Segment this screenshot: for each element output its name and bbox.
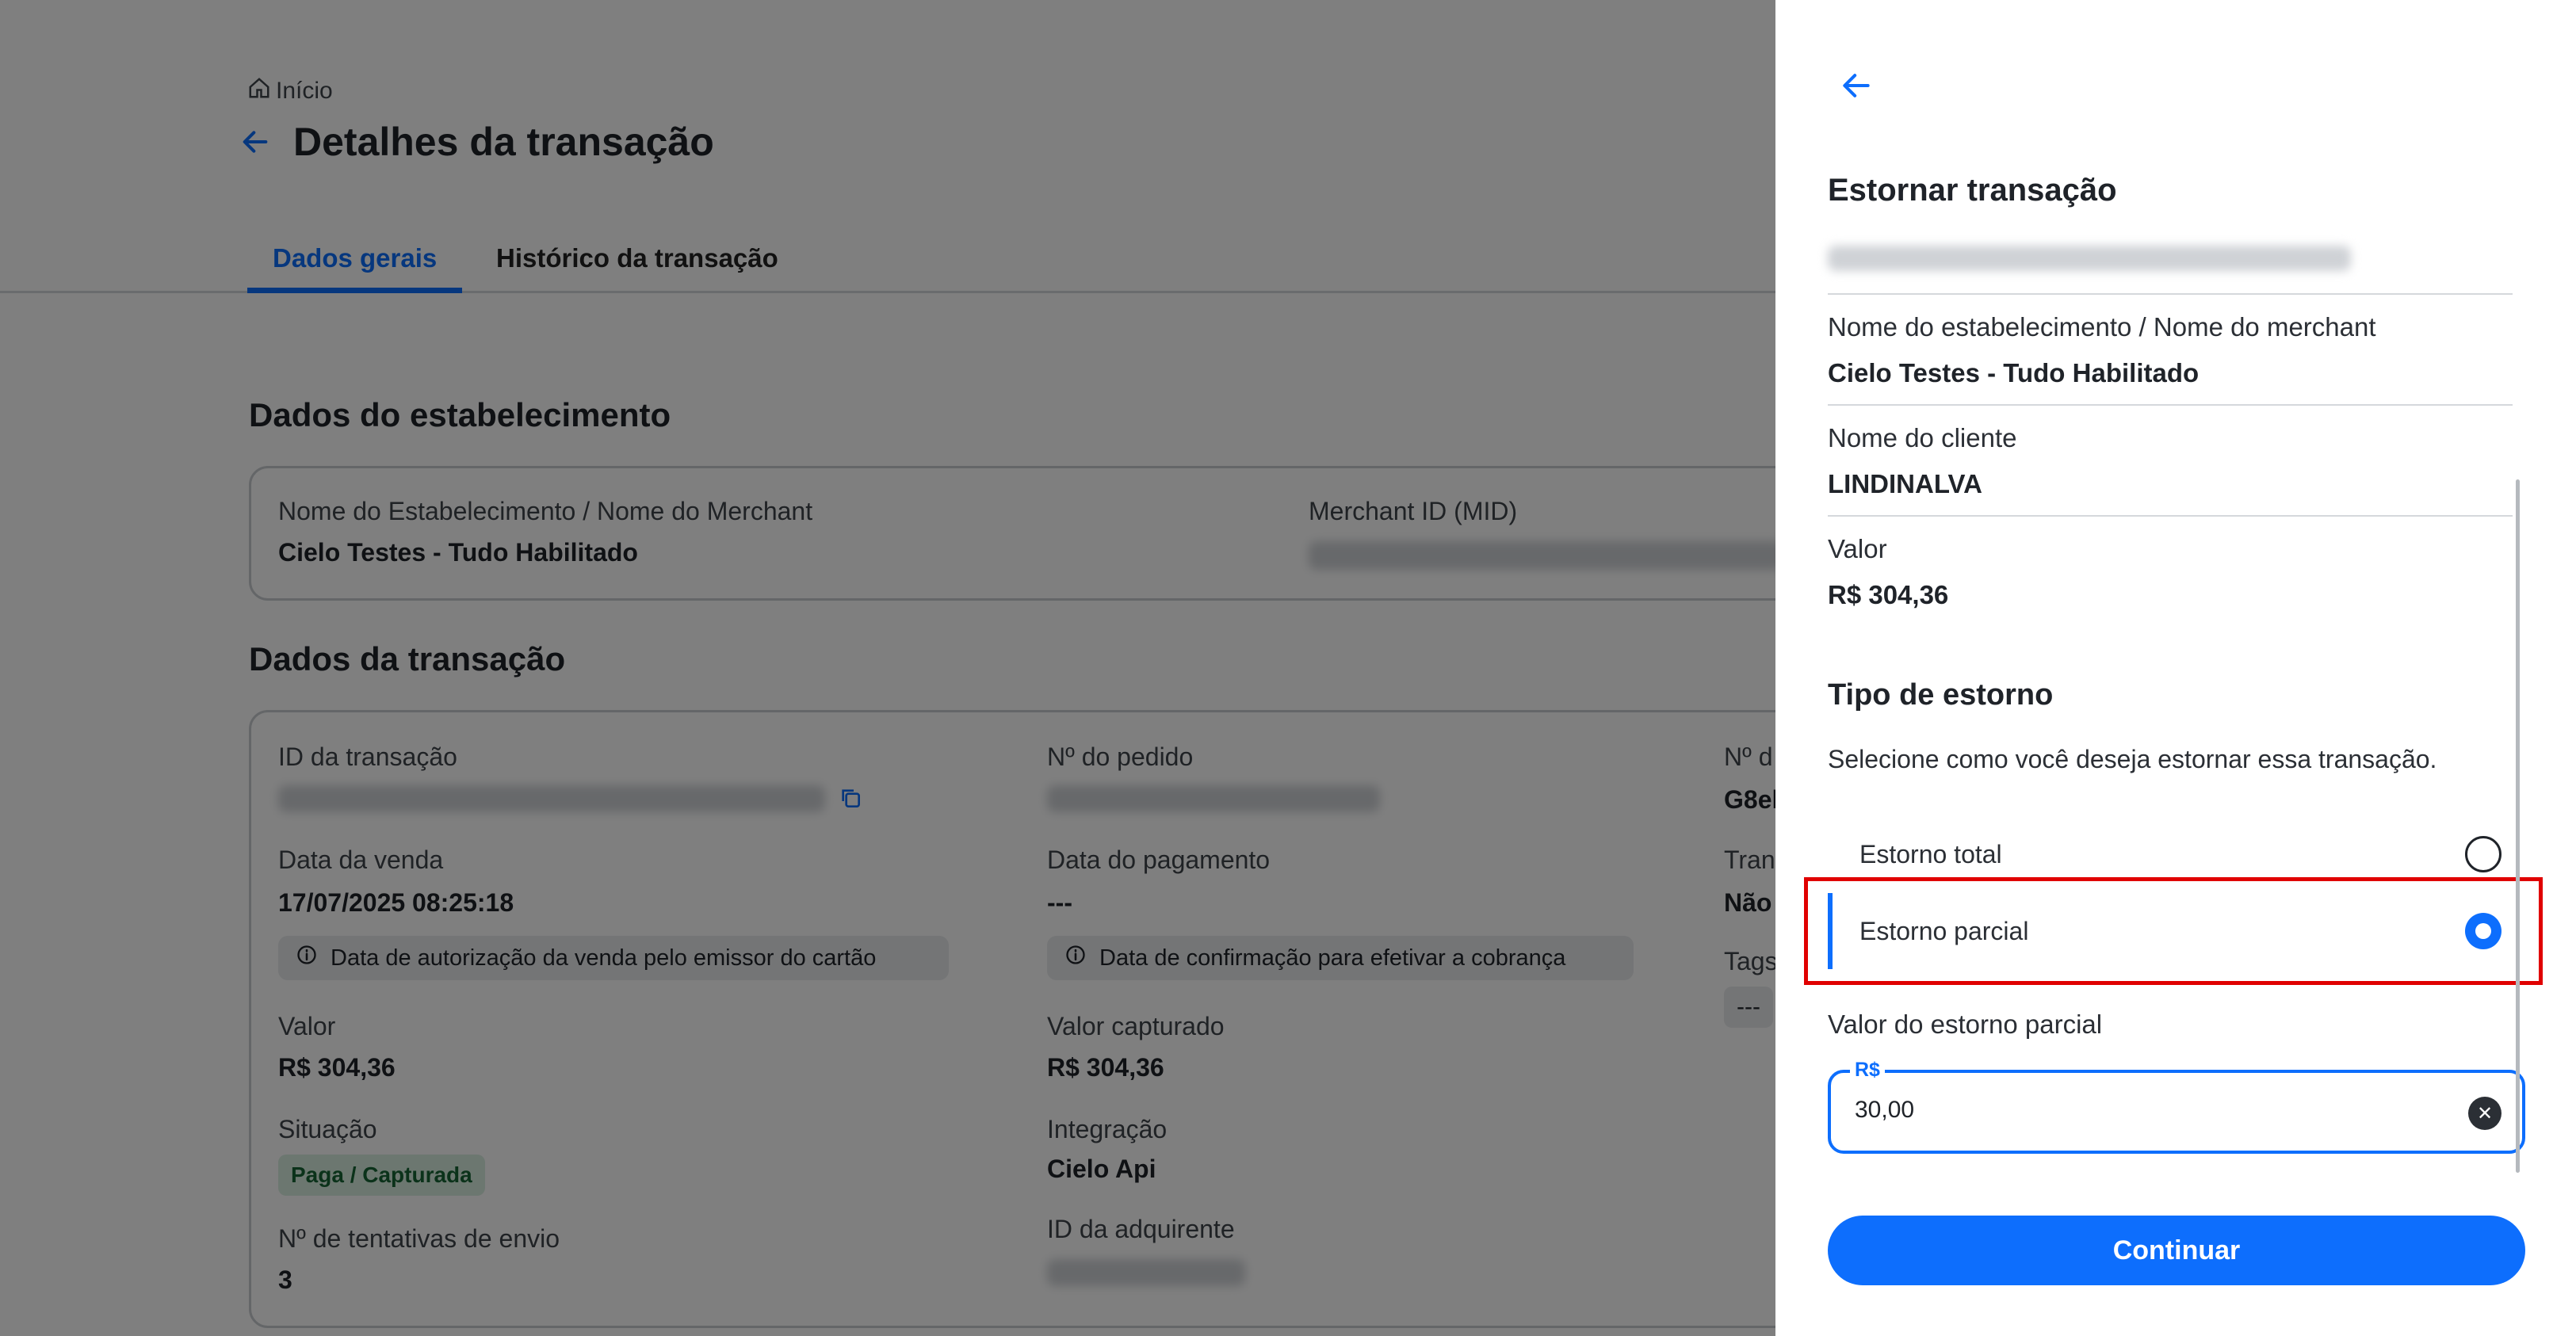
partial-value-label: Valor do estorno parcial [1828, 1010, 2103, 1039]
highlight-box [1804, 877, 2543, 985]
panel-value-value: R$ 304,36 [1828, 580, 1949, 609]
continue-button[interactable]: Continuar [1828, 1216, 2525, 1285]
panel-scrollbar[interactable] [2516, 479, 2520, 1173]
divider [1828, 404, 2513, 406]
radio-estorno-total[interactable] [2465, 836, 2501, 872]
panel-client-label: Nome do cliente [1828, 423, 2017, 452]
option-estorno-total-label: Estorno total [1859, 839, 2002, 868]
panel-client-value: LINDINALVA [1828, 469, 1982, 498]
panel-title: Estornar transação [1828, 173, 2117, 208]
modal-backdrop[interactable] [0, 0, 1775, 1336]
currency-legend: R$ [1850, 1059, 1885, 1082]
panel-transaction-id-redacted [1828, 246, 2351, 271]
refund-panel: Estornar transação Nome do estabelecimen… [1775, 0, 2576, 1336]
clear-input-icon[interactable]: ✕ [2468, 1097, 2501, 1130]
divider [1828, 515, 2513, 517]
panel-back-arrow-icon[interactable] [1839, 68, 1874, 107]
panel-merchant-label: Nome do estabelecimento / Nome do mercha… [1828, 312, 2376, 342]
partial-value-input[interactable] [1855, 1097, 2410, 1124]
refund-type-title: Tipo de estorno [1828, 678, 2054, 712]
panel-merchant-value: Cielo Testes - Tudo Habilitado [1828, 358, 2200, 387]
panel-value-label: Valor [1828, 534, 1887, 563]
divider [1828, 293, 2513, 295]
refund-type-subtitle: Selecione como você deseja estornar essa… [1828, 745, 2437, 773]
partial-value-field[interactable]: R$ ✕ [1828, 1059, 2525, 1154]
